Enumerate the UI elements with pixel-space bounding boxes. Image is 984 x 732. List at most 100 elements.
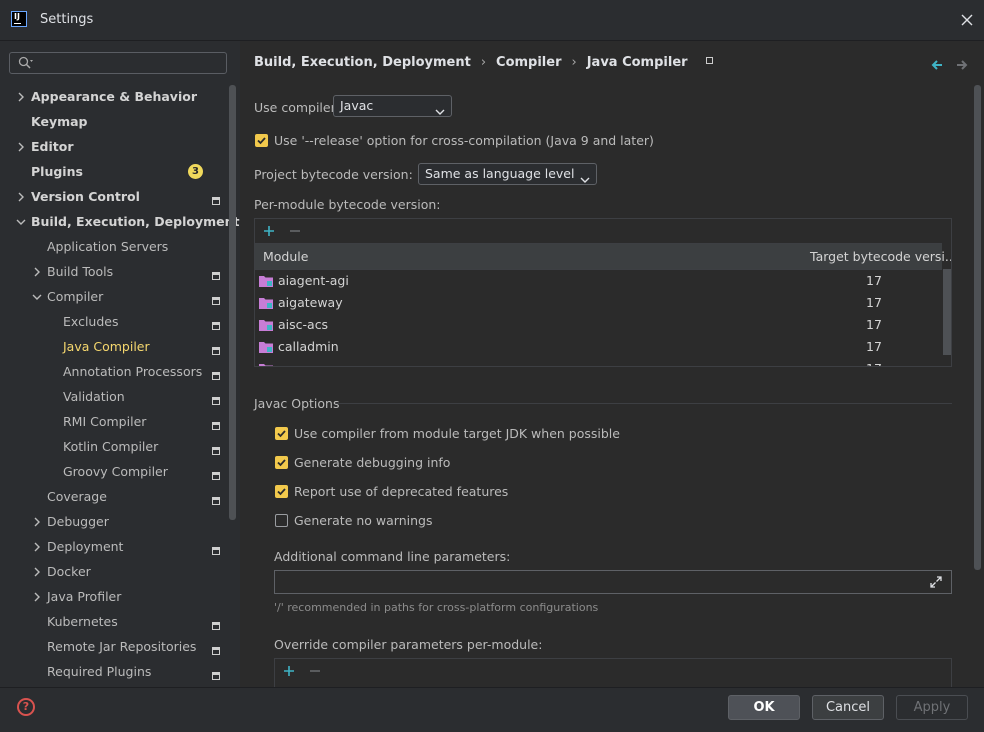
- sidebar-item[interactable]: Remote Jar Repositories: [47, 636, 196, 658]
- target-version: 17: [866, 295, 882, 310]
- project-scope-icon: [212, 368, 220, 380]
- project-scope-icon: [212, 393, 220, 405]
- table-row[interactable]: aisc-acs 17: [255, 314, 942, 336]
- project-scope-icon: [212, 293, 220, 305]
- sidebar-item[interactable]: Build Tools: [47, 261, 113, 283]
- javac-option-label[interactable]: Generate debugging info: [294, 455, 450, 470]
- sidebar-item[interactable]: Compiler: [47, 286, 103, 308]
- sidebar-item[interactable]: Kubernetes: [47, 611, 118, 633]
- help-icon[interactable]: ?: [17, 698, 35, 716]
- remove-icon[interactable]: [309, 665, 321, 680]
- javac-option-checkbox[interactable]: [275, 456, 288, 469]
- column-header-module[interactable]: Module: [263, 249, 308, 264]
- add-icon[interactable]: [283, 665, 295, 680]
- chevron-right-icon[interactable]: [16, 186, 26, 208]
- column-header-target[interactable]: Target bytecode versi...: [810, 249, 951, 264]
- sidebar-item[interactable]: Plugins: [31, 161, 83, 183]
- project-scope-icon: [212, 418, 220, 430]
- breadcrumb-item[interactable]: Java Compiler: [587, 55, 688, 70]
- bytecode-version-label: Project bytecode version:: [254, 167, 413, 182]
- sidebar-item[interactable]: RMI Compiler: [63, 411, 146, 433]
- sidebar-item[interactable]: Kotlin Compiler: [63, 436, 158, 458]
- sidebar-item-label: Compiler: [47, 289, 104, 304]
- expand-icon[interactable]: [929, 575, 943, 592]
- table-row[interactable]: aigateway 17: [255, 292, 942, 314]
- additional-params-input[interactable]: [274, 570, 952, 594]
- release-option-label[interactable]: Use '--release' option for cross-compila…: [274, 133, 654, 148]
- remove-icon[interactable]: [289, 225, 301, 240]
- ok-button[interactable]: OK: [728, 695, 800, 720]
- sidebar-item[interactable]: Groovy Compiler: [63, 461, 168, 483]
- sidebar-item[interactable]: Version Control: [31, 186, 140, 208]
- forward-arrow-icon[interactable]: [955, 58, 969, 75]
- module-name: c...: [278, 361, 297, 366]
- sidebar-item[interactable]: Excludes: [63, 311, 118, 333]
- sidebar-item-label: Annotation Processors: [63, 364, 203, 379]
- chevron-right-icon[interactable]: [32, 261, 42, 283]
- table-scrollbar[interactable]: [943, 269, 951, 355]
- chevron-down-icon[interactable]: [16, 211, 26, 233]
- section-divider: [336, 403, 952, 404]
- sidebar-item-label: Deployment: [47, 539, 124, 554]
- sidebar-item[interactable]: Docker: [47, 561, 91, 583]
- javac-option-label[interactable]: Use compiler from module target JDK when…: [294, 426, 620, 441]
- sidebar-item[interactable]: Keymap: [31, 111, 88, 133]
- sidebar-item-label: RMI Compiler: [63, 414, 147, 429]
- javac-option-label[interactable]: Generate no warnings: [294, 513, 432, 528]
- sidebar-scrollbar[interactable]: [229, 85, 236, 520]
- project-scope-icon: [212, 318, 220, 330]
- module-folder-icon: [259, 363, 273, 366]
- sidebar-item-label: Docker: [47, 564, 91, 579]
- module-name: aiagent-agi: [278, 273, 349, 288]
- override-params-table: [274, 658, 952, 688]
- use-compiler-select[interactable]: Javac: [333, 95, 452, 117]
- table-row[interactable]: calladmin 17: [255, 336, 942, 358]
- chevron-down-icon[interactable]: [32, 286, 42, 308]
- sidebar-item[interactable]: Coverage: [47, 486, 107, 508]
- chevron-right-icon[interactable]: [32, 536, 42, 558]
- settings-search-input[interactable]: [9, 52, 227, 74]
- release-option-checkbox[interactable]: [255, 134, 268, 147]
- close-icon[interactable]: [958, 11, 976, 29]
- sidebar-item[interactable]: Annotation Processors: [63, 361, 202, 383]
- search-icon: [18, 56, 34, 73]
- sidebar-item-label: Debugger: [47, 514, 109, 529]
- sidebar-item[interactable]: Required Plugins: [47, 661, 151, 683]
- sidebar-item[interactable]: Debugger: [47, 511, 109, 533]
- add-icon[interactable]: [263, 225, 275, 240]
- breadcrumb-item[interactable]: Build, Execution, Deployment: [254, 55, 471, 70]
- sidebar-item[interactable]: Java Compiler: [63, 336, 150, 358]
- table-row[interactable]: aiagent-agi 17: [255, 270, 942, 292]
- sidebar-item-label: Kubernetes: [47, 614, 118, 629]
- cancel-button[interactable]: Cancel: [812, 695, 884, 720]
- sidebar-item[interactable]: Build, Execution, Deployment: [31, 211, 239, 233]
- chevron-right-icon: ›: [571, 55, 577, 70]
- apply-button[interactable]: Apply: [896, 695, 968, 720]
- breadcrumb-item[interactable]: Compiler: [496, 55, 561, 70]
- chevron-right-icon[interactable]: [32, 511, 42, 533]
- chevron-right-icon[interactable]: [16, 136, 26, 158]
- back-arrow-icon[interactable]: [930, 58, 944, 75]
- javac-option-label[interactable]: Report use of deprecated features: [294, 484, 508, 499]
- sidebar-item-label: Groovy Compiler: [63, 464, 168, 479]
- sidebar-item[interactable]: Java Profiler: [47, 586, 121, 608]
- sidebar-item[interactable]: Appearance & Behavior: [31, 86, 197, 108]
- chevron-right-icon[interactable]: [16, 86, 26, 108]
- sidebar-item[interactable]: Editor: [31, 136, 74, 158]
- bytecode-version-select[interactable]: Same as language level: [418, 163, 597, 185]
- javac-option-checkbox[interactable]: [275, 485, 288, 498]
- sidebar-item[interactable]: Validation: [63, 386, 125, 408]
- table-row[interactable]: c... 17: [255, 358, 942, 366]
- javac-option-checkbox[interactable]: [275, 514, 288, 527]
- project-scope-icon: [212, 443, 220, 455]
- sidebar-item[interactable]: Deployment: [47, 536, 123, 558]
- chevron-right-icon[interactable]: [32, 586, 42, 608]
- javac-option-checkbox[interactable]: [275, 427, 288, 440]
- override-params-label: Override compiler parameters per-module:: [274, 637, 543, 652]
- sidebar-item-label: Editor: [31, 139, 74, 154]
- content-scrollbar[interactable]: [974, 85, 981, 570]
- sidebar-item[interactable]: Application Servers: [47, 236, 168, 258]
- sidebar-item-label: Version Control: [31, 189, 140, 204]
- search-text[interactable]: [38, 54, 222, 74]
- chevron-right-icon[interactable]: [32, 561, 42, 583]
